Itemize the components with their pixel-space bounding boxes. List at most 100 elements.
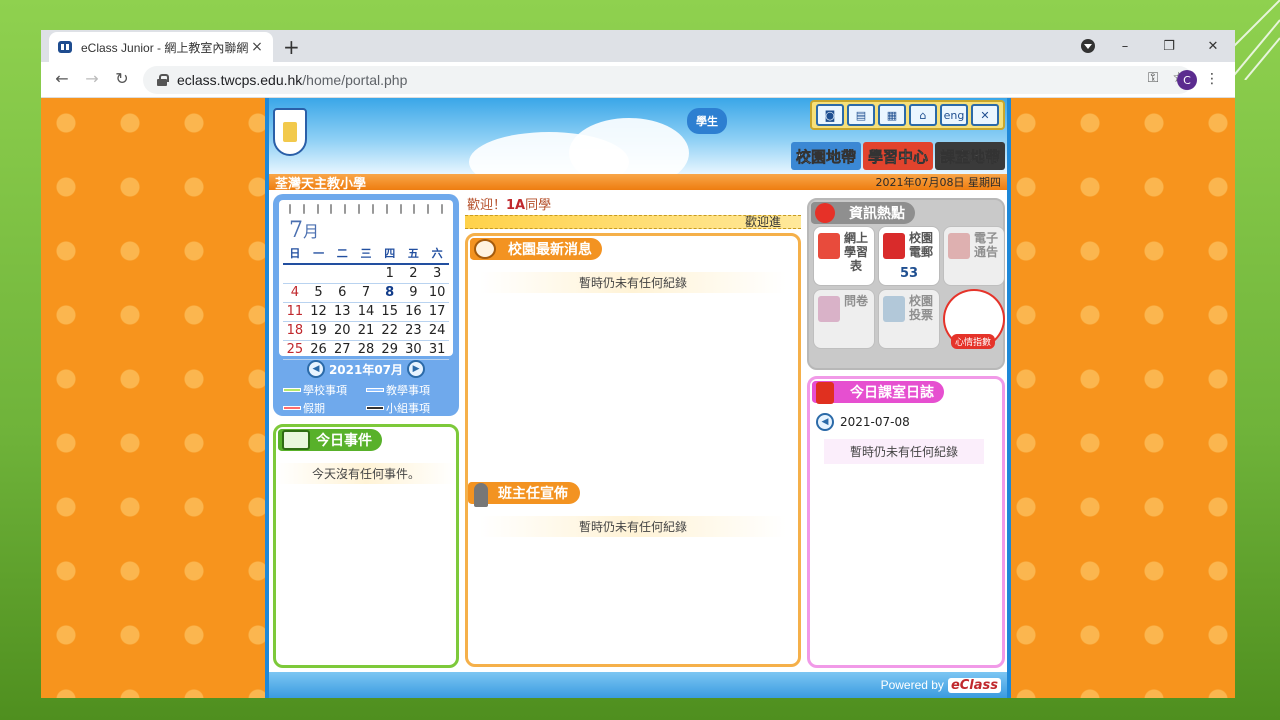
mail-icon [883,233,905,259]
diary-prev-button[interactable]: ◀ [816,413,834,431]
mood-index-tile[interactable]: 心情指數 [943,289,1005,349]
restore-button[interactable]: ❐ [1147,39,1191,54]
window-controls: – ❐ ✕ [1103,30,1235,62]
calendar-day[interactable]: 3 [425,265,449,284]
calendar-day[interactable]: 29 [377,341,402,360]
calendar-day[interactable]: 17 [425,303,449,322]
powered-by-text: Powered by [880,678,944,692]
minimize-button[interactable]: – [1103,39,1147,54]
month-number: 7 [289,218,303,243]
calendar-day[interactable]: 10 [425,284,449,303]
back-button[interactable]: ← [51,69,73,88]
password-key-icon[interactable]: ⚿ [1148,70,1159,86]
calendar-day[interactable]: 23 [401,322,426,341]
calendar-widget: 7月 日一二三四五六 1 2 3 4 5 6 7 8 9 10 11 12 13 14 15 16 17 18 19 2… [273,194,459,416]
lock-icon[interactable] [157,74,169,86]
calendar-day[interactable]: 7 [354,284,378,303]
calendar-day[interactable]: 9 [401,284,426,303]
calendar-day[interactable]: 19 [306,322,331,341]
classroom-zone-button[interactable]: 課室地帶 [934,142,1005,170]
reload-button[interactable]: ↻ [111,69,133,88]
events-title-text: 今日事件 [316,433,372,449]
user-profile-icon[interactable]: ◙ [816,104,844,126]
online-learning-tile[interactable]: 網上學習表 [813,226,875,286]
calendar-day[interactable]: 6 [330,284,355,303]
calendar-month: 7月 [289,218,449,243]
calendar-nav: ◀ 2021年07月 ▶ [279,360,453,378]
calendar-day[interactable]: 2 [401,265,426,284]
calendar-day[interactable]: 25 [283,341,307,360]
calendar-day[interactable]: 8 [377,284,402,303]
new-tab-button[interactable]: + [283,35,300,59]
profile-avatar[interactable]: C [1177,70,1197,90]
classroom-diary-panel: 今日課室日誌 ◀ 2021-07-08 暫時仍未有任何紀錄 [807,376,1005,668]
tab-search-icon[interactable] [1081,39,1095,53]
calendar-day[interactable]: 16 [401,303,426,322]
address-bar[interactable]: eclass.twcps.edu.hk/home/portal.php ⚿ ☆ [143,66,1193,94]
calendar-day[interactable]: 24 [425,322,449,341]
logout-icon[interactable]: ✕ [971,104,999,126]
home-icon[interactable]: ⌂ [909,104,937,126]
diary-date: 2021-07-08 [840,415,910,429]
calendar-day[interactable]: 30 [401,341,426,360]
calendar-day[interactable]: 1 [377,265,402,284]
news-title-text: 校園最新消息 [508,242,592,258]
calendar-rings [283,204,449,216]
calendar-day[interactable]: 20 [330,322,355,341]
portal-header: 學生 ◙ ▤ ▦ ⌂ eng ✕ 校園地帶 學習中心 課室地帶 [269,98,1007,174]
calendar-day[interactable]: 12 [306,303,331,322]
info-title-text: 資訊熱點 [849,206,905,222]
forward-button[interactable]: → [81,69,103,88]
board-icon[interactable]: ▦ [878,104,906,126]
calendar-day[interactable]: 4 [283,284,307,303]
calendar-day[interactable]: 13 [330,303,355,322]
school-bar: 荃灣天主教小學 2021年07月08日 星期四 [269,174,1007,192]
tile-label: 網上學習表 [843,231,868,273]
e-notice-tile[interactable]: 電子通告 [943,226,1005,286]
diary-date-row: ◀ 2021-07-08 [816,413,910,431]
legend-teaching[interactable]: 教學事項 [366,382,449,398]
calendar-day[interactable]: 22 [377,322,402,341]
prev-month-button[interactable]: ◀ [306,360,325,378]
learning-centre-button[interactable]: 學習中心 [862,142,933,170]
browser-menu-icon[interactable]: ⋮ [1205,71,1219,87]
calendar-day[interactable]: 21 [354,322,378,341]
campus-vote-tile[interactable]: 校園投票 [878,289,940,349]
tab-strip: eClass Junior - 網上教室內聯網 × + – ❐ ✕ [41,30,1235,62]
calendar-day[interactable]: 15 [377,303,402,322]
legend-holiday[interactable]: 假期 [283,400,366,416]
weekday-header: 二 [330,245,355,265]
calendar-day[interactable]: 28 [354,341,378,360]
browser-window: eClass Junior - 網上教室內聯網 × + – ❐ ✕ ← → ↻ … [41,30,1235,698]
next-month-button[interactable]: ▶ [407,360,426,378]
diary-title: 今日課室日誌 [812,381,944,404]
calendar-nav-label: 2021年07月 [328,362,404,377]
legend-school[interactable]: 學校事項 [283,382,366,398]
calendar-day[interactable]: 11 [283,303,307,322]
calendar-day[interactable]: 14 [354,303,378,322]
tab-close-icon[interactable]: × [249,39,265,55]
cloud-decoration [569,118,689,174]
calendar-day[interactable]: 18 [283,322,307,341]
legend-group[interactable]: 小組事項 [366,400,449,416]
english-language-button[interactable]: eng [940,104,968,126]
calendar-day[interactable]: 27 [330,341,355,360]
info-tiles: 網上學習表 校園電郵 53 電子通告 問卷 校園投票 心情指數 [813,226,1005,349]
campus-mail-tile[interactable]: 校園電郵 53 [878,226,940,286]
survey-tile[interactable]: 問卷 [813,289,875,349]
calendar-day[interactable]: 31 [425,341,449,360]
campus-zone-button[interactable]: 校園地帶 [790,142,861,170]
window-close-button[interactable]: ✕ [1191,39,1235,54]
calendar-day[interactable]: 26 [306,341,331,360]
class-teacher-title: 班主任宣佈 [468,482,580,507]
browser-toolbar: ← → ↻ eclass.twcps.edu.hk/home/portal.ph… [41,62,1235,98]
url-text[interactable]: eclass.twcps.edu.hk/home/portal.php [177,72,407,88]
calendar-day[interactable]: 5 [306,284,331,303]
tile-label: 電子通告 [973,231,998,259]
legend-label: 小組事項 [386,402,430,415]
weekday-header: 六 [425,245,449,265]
id-card-icon[interactable]: ▤ [847,104,875,126]
portal-frame: 學生 ◙ ▤ ▦ ⌂ eng ✕ 校園地帶 學習中心 課室地帶 荃灣天主教小學 … [265,98,1011,698]
tile-label: 校園電郵 [908,231,933,259]
browser-tab[interactable]: eClass Junior - 網上教室內聯網 × [49,32,273,62]
